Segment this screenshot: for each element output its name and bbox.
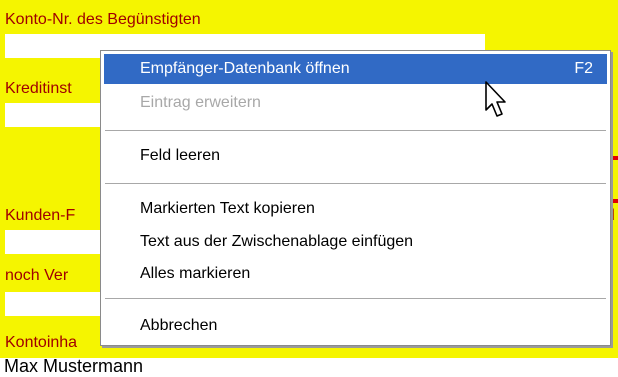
menu-item-label: Abbrechen [140,317,218,334]
label-kunden-referenz: Kunden-F [5,207,76,224]
label-konto-nr: Konto-Nr. des Begünstigten [5,11,201,28]
menu-item-text-einfuegen[interactable]: Text aus der Zwischenablage einfügen [104,227,607,257]
menu-item-shortcut: F2 [574,60,593,77]
context-menu: Empfänger-Datenbank öffnen F2 Eintrag er… [100,50,611,346]
menu-item-feld-leeren[interactable]: Feld leeren [104,141,607,171]
menu-item-label: Alles markieren [140,265,251,282]
label-noch-verwendungszweck: noch Ver [5,267,69,284]
menu-item-alles-markieren[interactable]: Alles markieren [104,259,607,289]
menu-separator [105,298,606,300]
menu-item-label: Text aus der Zwischenablage einfügen [140,233,414,250]
label-kreditinstitut: Kreditinst [5,80,72,97]
menu-item-label: Feld leeren [140,147,221,164]
label-kontoinhaber: Kontoinha [5,334,78,351]
menu-item-empfaenger-datenbank[interactable]: Empfänger-Datenbank öffnen F2 [104,54,607,84]
menu-item-text-kopieren[interactable]: Markierten Text kopieren [104,194,607,224]
menu-item-label: Empfänger-Datenbank öffnen [140,60,350,77]
menu-item-label: Eintrag erweitern [140,94,261,111]
menu-separator [105,183,606,185]
menu-item-eintrag-erweitern: Eintrag erweitern [104,88,607,118]
mouse-pointer-icon [485,81,506,117]
menu-item-abbrechen[interactable]: Abbrechen [104,311,607,341]
menu-separator [105,130,606,132]
menu-item-label: Markierten Text kopieren [140,200,315,217]
